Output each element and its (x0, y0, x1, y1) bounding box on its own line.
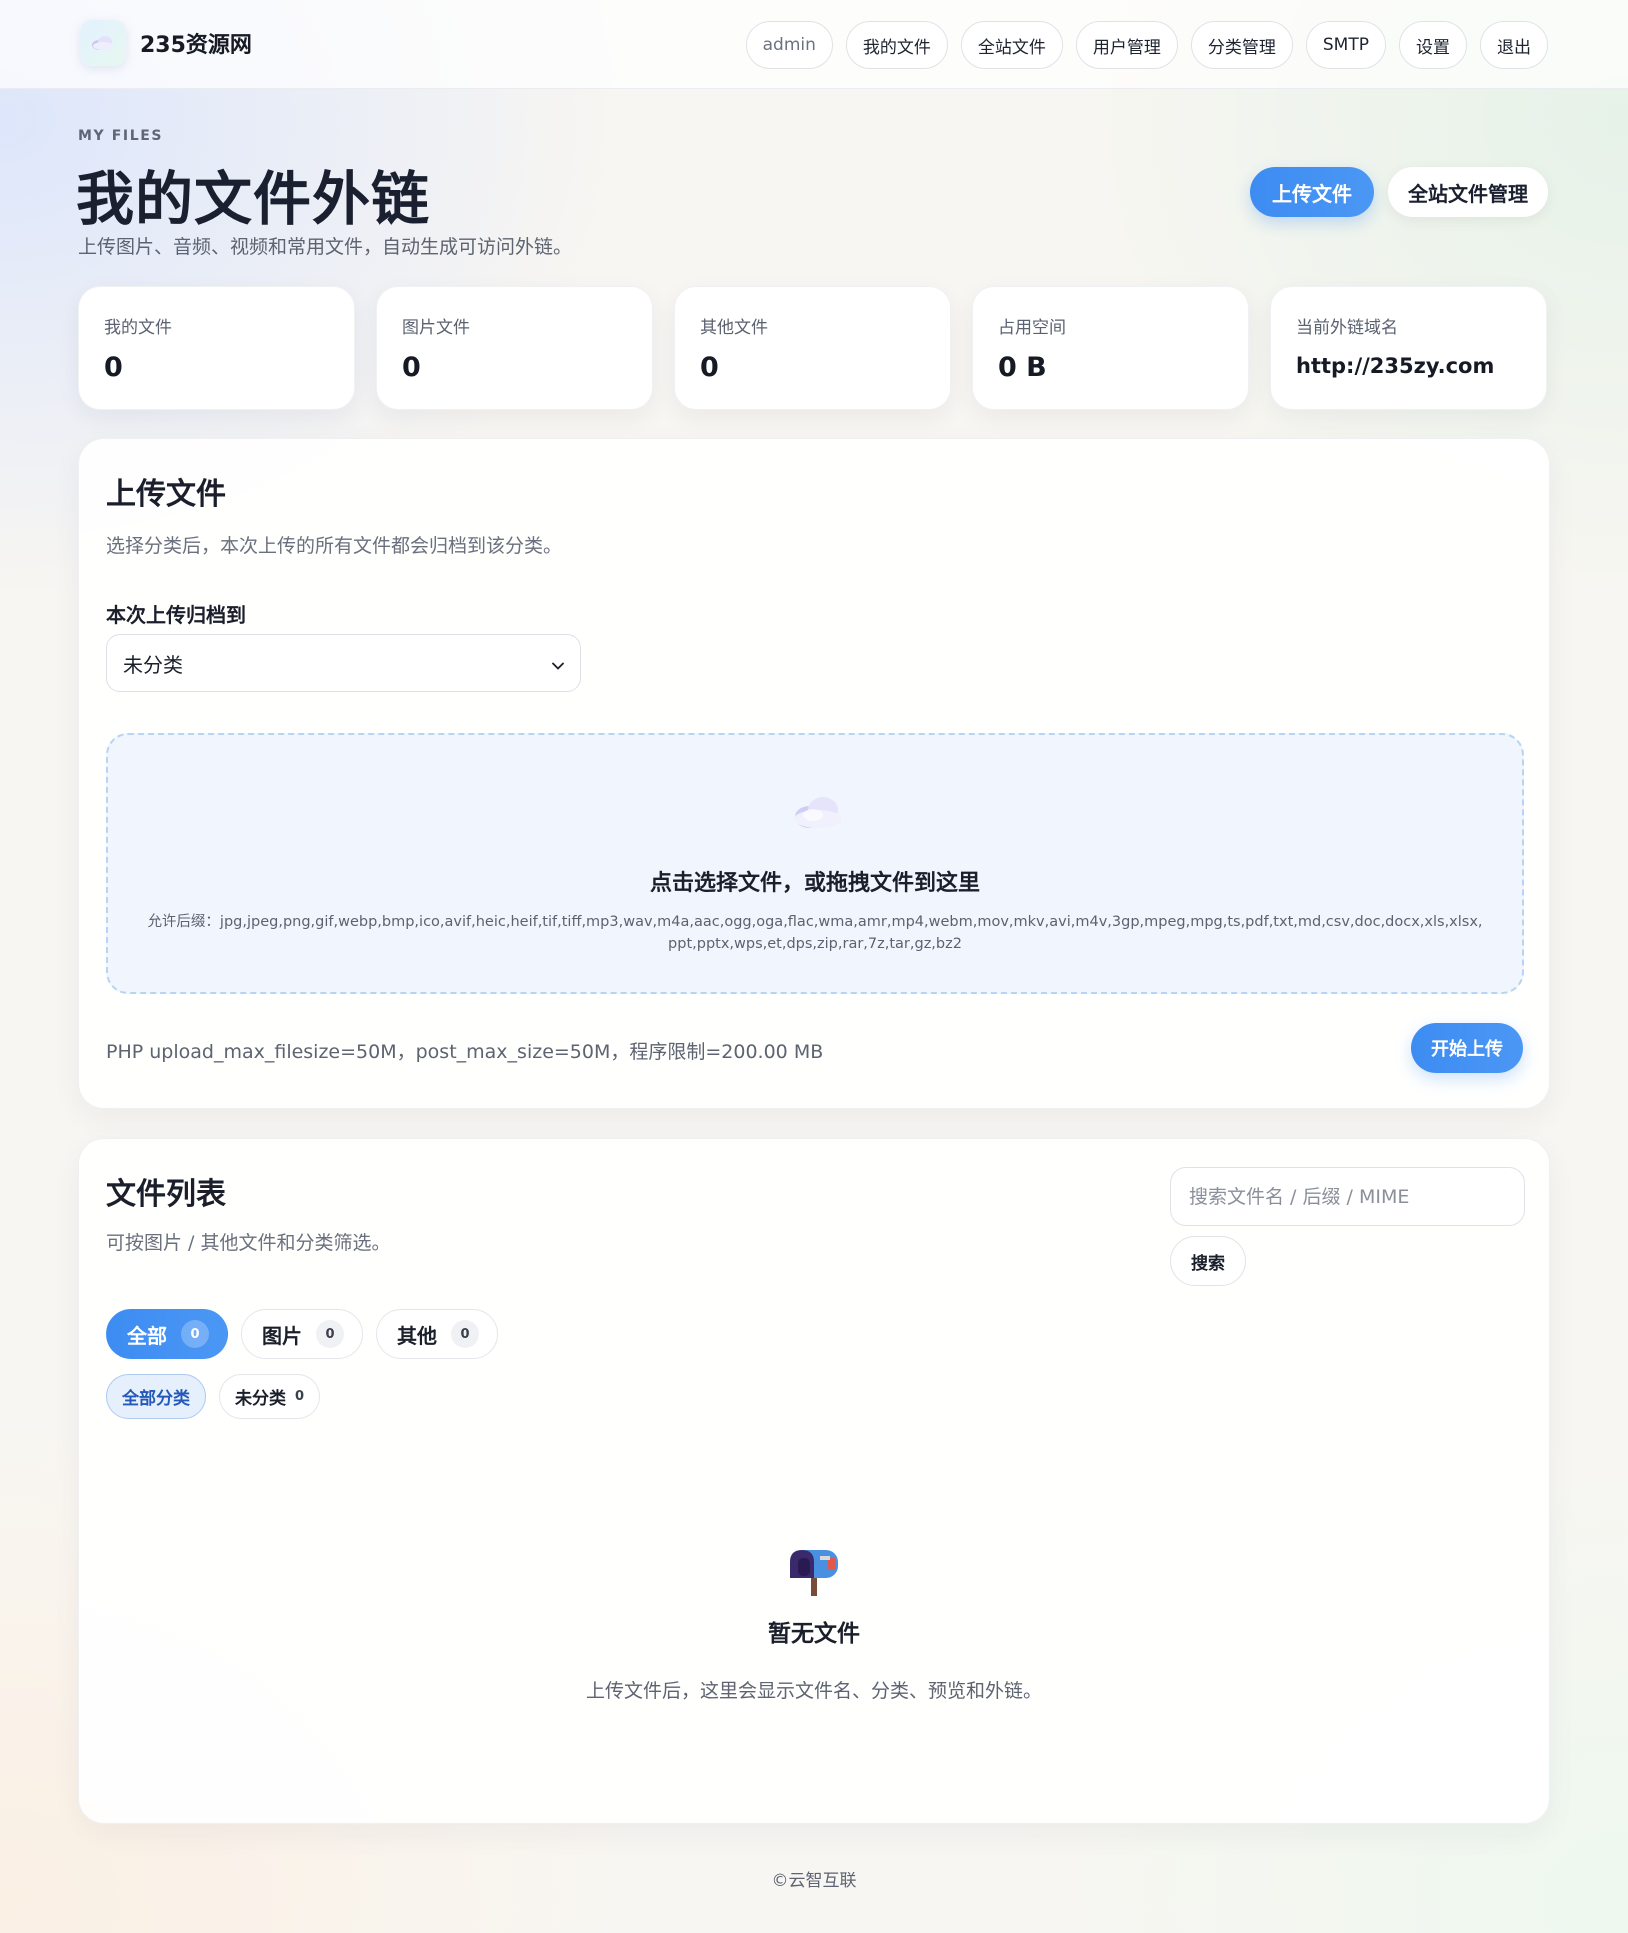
nav-logout[interactable]: 退出 (1480, 21, 1548, 69)
file-list-card: 文件列表 可按图片 / 其他文件和分类筛选。 搜索 全部 0 图片 0 其他 0… (78, 1138, 1550, 1824)
category-count: 0 (295, 1389, 305, 1404)
count-badge: 0 (316, 1320, 344, 1348)
file-list-title: 文件列表 (106, 1177, 226, 1212)
nav-my-files[interactable]: 我的文件 (845, 21, 948, 69)
search-button[interactable]: 搜索 (1170, 1236, 1246, 1286)
chevron-down-icon (552, 651, 564, 675)
empty-state: 暂无文件 上传文件后，这里会显示文件名、分类、预览和外链。 (79, 1544, 1549, 1703)
category-filter-tabs: 全部分类 未分类 0 (106, 1374, 321, 1419)
stats-row: 我的文件 0 图片文件 0 其他文件 0 占用空间 0 B 当前外链域名 htt… (78, 286, 1547, 410)
nav-user-admin[interactable]: admin (745, 21, 833, 69)
hero-actions: 上传文件 全站文件管理 (1250, 167, 1548, 217)
page-title: 我的文件外链 (76, 165, 431, 233)
all-files-management-button[interactable]: 全站文件管理 (1388, 167, 1548, 217)
upload-card: 上传文件 选择分类后，本次上传的所有文件都会归档到该分类。 本次上传归档到 未分… (78, 438, 1550, 1109)
cloud-icon (791, 795, 845, 833)
allowed-extensions: 允许后缀：jpg,jpeg,png,gif,webp,bmp,ico,avif,… (147, 914, 1483, 952)
stat-card-link-domain: 当前外链域名 http://235zy.com (1270, 286, 1547, 410)
stat-value: http://235zy.com (1296, 354, 1495, 378)
stat-label: 当前外链域名 (1296, 318, 1398, 338)
stat-label: 其他文件 (700, 318, 768, 338)
type-filter-tabs: 全部 0 图片 0 其他 0 (106, 1309, 498, 1359)
category-tab-label: 全部分类 (122, 1389, 190, 1409)
category-field-label: 本次上传归档到 (106, 603, 246, 627)
stat-label: 图片文件 (402, 318, 470, 338)
cloud-icon (80, 20, 126, 66)
page-eyebrow: MY FILES (78, 128, 164, 144)
tab-all[interactable]: 全部 0 (106, 1309, 228, 1359)
file-list-description: 可按图片 / 其他文件和分类筛选。 (106, 1232, 391, 1254)
tab-label: 图片 (262, 1323, 302, 1348)
empty-state-description: 上传文件后，这里会显示文件名、分类、预览和外链。 (585, 1680, 1042, 1702)
start-upload-button[interactable]: 开始上传 (1411, 1023, 1523, 1073)
upload-card-description: 选择分类后，本次上传的所有文件都会归档到该分类。 (106, 535, 563, 557)
brand-name: 235资源网 (140, 33, 252, 58)
stat-card-other-files: 其他文件 0 (674, 286, 951, 410)
count-badge: 0 (181, 1320, 209, 1348)
mailbox-icon (784, 1544, 844, 1600)
stat-card-storage-used: 占用空间 0 B (972, 286, 1249, 410)
stat-value: 0 (402, 352, 421, 383)
tab-label: 全部 (127, 1323, 167, 1348)
stat-value: 0 (700, 352, 719, 383)
nav-settings[interactable]: 设置 (1399, 21, 1467, 69)
upload-file-button[interactable]: 上传文件 (1250, 167, 1374, 217)
upload-card-title: 上传文件 (106, 477, 226, 512)
tab-other[interactable]: 其他 0 (376, 1309, 498, 1359)
nav-user-management[interactable]: 用户管理 (1075, 21, 1178, 69)
stat-label: 我的文件 (104, 318, 172, 338)
search-input[interactable] (1170, 1167, 1525, 1226)
main-nav: admin 我的文件 全站文件 用户管理 分类管理 SMTP 设置 退出 (745, 21, 1548, 69)
category-tab-label: 未分类 (235, 1389, 286, 1409)
upload-limits: PHP upload_max_filesize=50M，post_max_siz… (106, 1041, 824, 1063)
dropzone-title: 点击选择文件，或拖拽文件到这里 (649, 871, 980, 896)
category-select-value: 未分类 (123, 652, 183, 677)
file-dropzone[interactable]: 点击选择文件，或拖拽文件到这里 允许后缀：jpg,jpeg,png,gif,we… (106, 733, 1524, 994)
nav-category-management[interactable]: 分类管理 (1190, 21, 1293, 69)
tab-images[interactable]: 图片 0 (241, 1309, 363, 1359)
top-navigation-bar: 235资源网 admin 我的文件 全站文件 用户管理 分类管理 SMTP 设置… (0, 0, 1628, 89)
category-tab-uncategorized[interactable]: 未分类 0 (219, 1374, 321, 1419)
empty-state-title: 暂无文件 (768, 1621, 860, 1647)
stat-value: 0 (104, 352, 123, 383)
nav-smtp[interactable]: SMTP (1305, 21, 1386, 69)
category-tab-all[interactable]: 全部分类 (106, 1374, 206, 1419)
stat-value: 0 B (998, 352, 1047, 383)
brand[interactable]: 235资源网 (80, 20, 252, 66)
page-subtitle: 上传图片、音频、视频和常用文件，自动生成可访问外链。 (78, 236, 573, 258)
category-select[interactable]: 未分类 (106, 634, 581, 692)
nav-all-files[interactable]: 全站文件 (960, 21, 1063, 69)
stat-card-my-files: 我的文件 0 (78, 286, 355, 410)
footer-copyright: ©云智互联 (771, 1871, 857, 1891)
stat-card-image-files: 图片文件 0 (376, 286, 653, 410)
tab-label: 其他 (397, 1323, 437, 1348)
stat-label: 占用空间 (998, 318, 1066, 338)
count-badge: 0 (451, 1320, 479, 1348)
